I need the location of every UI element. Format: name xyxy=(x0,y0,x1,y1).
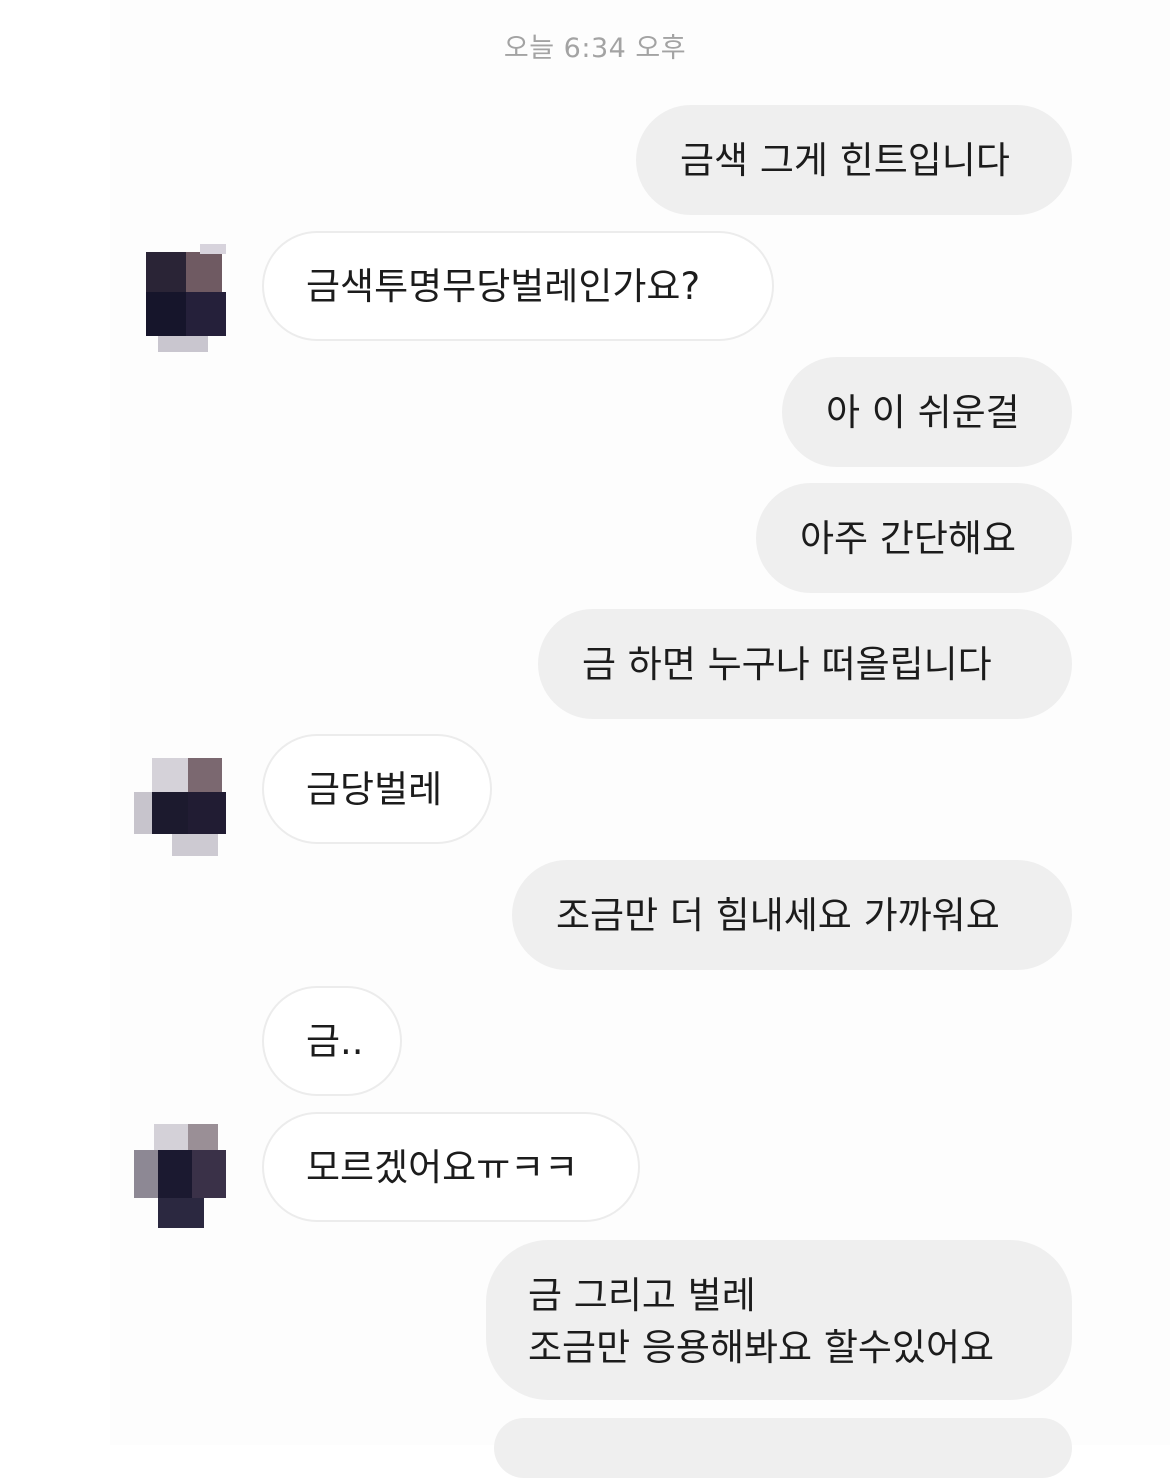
message-text: 아주 간단해요 xyxy=(800,517,1017,560)
outgoing-message[interactable]: 금 그리고 벌레 조금만 응용해봐요 할수있어요 xyxy=(486,1240,1072,1400)
message-text: 금색투명무당벌레인가요? xyxy=(306,265,701,308)
incoming-message[interactable]: 금당벌레 xyxy=(262,734,492,844)
outgoing-message[interactable]: 아 이 쉬운걸 xyxy=(782,357,1072,467)
message-text-line: 금 그리고 벌레 xyxy=(528,1274,756,1317)
message-text: 금 하면 누구나 떠올립니다 xyxy=(582,643,992,686)
avatar[interactable] xyxy=(130,1124,226,1234)
message-text: 조금만 더 힘내세요 가까워요 xyxy=(556,894,1000,937)
outgoing-message[interactable]: 아주 간단해요 xyxy=(756,483,1072,593)
message-text: 금.. xyxy=(306,1020,364,1063)
message-text: 아 이 쉬운걸 xyxy=(826,391,1020,434)
outgoing-message-partial[interactable] xyxy=(494,1418,1072,1478)
outgoing-message[interactable]: 조금만 더 힘내세요 가까워요 xyxy=(512,860,1072,970)
avatar[interactable] xyxy=(140,244,236,354)
incoming-message[interactable]: 금.. xyxy=(262,986,402,1096)
chat-timestamp: 오늘 6:34 오후 xyxy=(503,33,687,64)
incoming-message[interactable]: 금색투명무당벌레인가요? xyxy=(262,231,774,341)
message-text: 모르겠어요ㅠㅋㅋ xyxy=(306,1146,579,1189)
message-text-line: 조금만 응용해봐요 할수있어요 xyxy=(528,1326,995,1369)
message-text: 금당벌레 xyxy=(306,768,443,811)
incoming-message[interactable]: 모르겠어요ㅠㅋㅋ xyxy=(262,1112,640,1222)
message-text: 금색 그게 힌트입니다 xyxy=(680,139,1010,182)
avatar[interactable] xyxy=(130,752,226,862)
outgoing-message[interactable]: 금 하면 누구나 떠올립니다 xyxy=(538,609,1072,719)
chat-area[interactable] xyxy=(110,0,1170,1445)
outgoing-message[interactable]: 금색 그게 힌트입니다 xyxy=(636,105,1072,215)
